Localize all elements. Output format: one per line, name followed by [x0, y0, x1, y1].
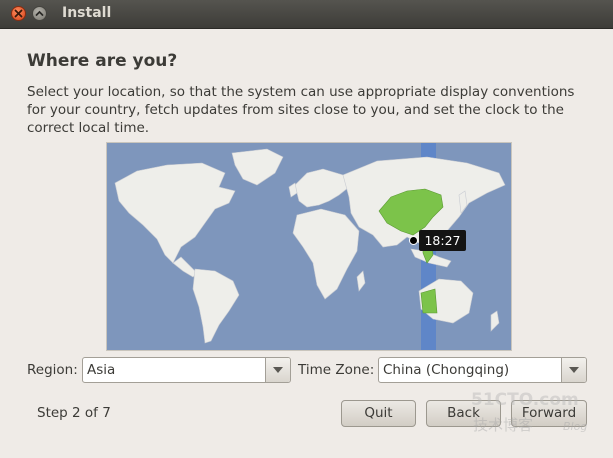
timezone-label: Time Zone: — [298, 362, 375, 378]
window-title: Install — [62, 5, 112, 21]
close-icon — [14, 9, 23, 18]
step-indicator: Step 2 of 7 — [37, 405, 111, 421]
location-marker — [409, 236, 418, 245]
highlighted-region-west-australia — [420, 288, 438, 314]
chevron-down-icon — [273, 367, 283, 373]
region-select-value: Asia — [87, 362, 116, 378]
timezone-select-arrow[interactable] — [561, 358, 586, 382]
timezone-select-value: China (Chongqing) — [383, 362, 510, 378]
watermark: 51CTO.com 技术博客 Blog — [467, 390, 599, 450]
watermark-blog: Blog — [563, 420, 588, 433]
quit-button[interactable]: Quit — [341, 400, 416, 427]
chevron-down-icon — [569, 367, 579, 373]
page-description: Select your location, so that the system… — [27, 84, 575, 136]
timezone-select[interactable]: China (Chongqing) — [378, 357, 587, 383]
minimize-window-button[interactable] — [32, 6, 47, 21]
region-select[interactable]: Asia — [82, 357, 291, 383]
chevron-up-icon — [35, 10, 44, 16]
timezone-time-tooltip: 18:27 — [419, 230, 466, 251]
region-label: Region: — [27, 362, 78, 378]
title-bar: Install — [0, 0, 613, 29]
page-title: Where are you? — [27, 51, 178, 71]
close-window-button[interactable] — [11, 6, 26, 21]
region-select-arrow[interactable] — [265, 358, 290, 382]
watermark-chinese: 技术博客 — [473, 416, 534, 434]
watermark-site: 51CTO.com — [471, 390, 579, 410]
